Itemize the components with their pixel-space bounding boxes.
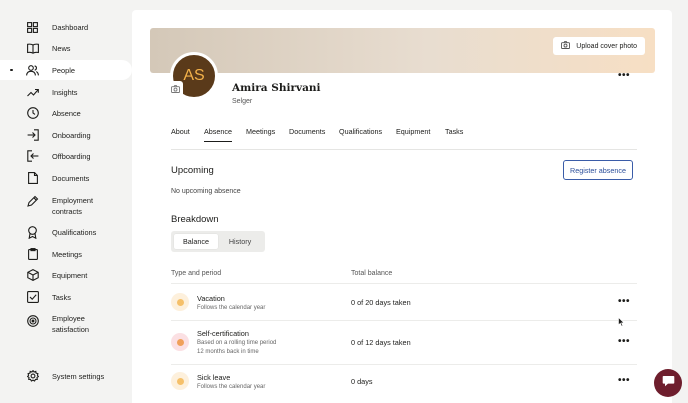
sidebar-item-label: Equipment: [52, 270, 88, 280]
award-icon: [26, 225, 39, 239]
leave-type-period: Follows the calendar year: [197, 305, 266, 311]
camera-icon: [561, 41, 571, 51]
clipboard-icon: [26, 248, 39, 261]
trend-icon: [26, 86, 39, 99]
upload-cover-photo-label: Upload cover photo: [576, 42, 637, 50]
column-header-type: Type and period: [171, 270, 222, 277]
sidebar-item-insights[interactable]: Insights: [0, 82, 132, 102]
sidebar-item-label: System settings: [52, 371, 105, 381]
document-icon: [26, 172, 39, 185]
sidebar-item-label: Onboarding: [52, 130, 91, 140]
table-divider: [171, 320, 637, 321]
chat-support-button[interactable]: [654, 369, 682, 397]
upload-cover-photo-button[interactable]: Upload cover photo: [553, 37, 645, 55]
tabs-divider: [171, 149, 637, 150]
cover-photo: Upload cover photo: [150, 28, 655, 73]
grid-icon: [26, 21, 39, 34]
tab-meetings[interactable]: Meetings: [246, 127, 275, 136]
sick-leave-icon: [171, 372, 189, 390]
sidebar-item-label: Employment: [52, 196, 94, 205]
profile-card: Upload cover photo AS Amira Shirvani Sel…: [132, 10, 672, 403]
sidebar-item-label: People: [52, 65, 76, 75]
table-divider: [171, 283, 637, 284]
row-more-menu-button[interactable]: •••: [618, 296, 630, 307]
sidebar-item-label: Offboarding: [52, 151, 91, 161]
tab-documents[interactable]: Documents: [289, 127, 325, 136]
no-upcoming-text: No upcoming absence: [171, 188, 241, 195]
cube-icon: [26, 269, 39, 282]
sidebar-item-news[interactable]: News: [0, 38, 132, 58]
register-absence-button[interactable]: Register absence: [563, 160, 633, 180]
tab-qualifications[interactable]: Qualifications: [339, 127, 382, 136]
sidebar-item-qualifications[interactable]: Qualifications: [0, 222, 132, 242]
sidebar-item-absence[interactable]: Absence: [0, 103, 132, 123]
leave-balance: 0 days: [351, 377, 373, 386]
sidebar-item-label: Absence: [52, 108, 81, 118]
column-header-balance: Total balance: [351, 270, 393, 277]
tab-tasks[interactable]: Tasks: [445, 127, 463, 136]
sidebar-item-label: Qualifications: [52, 227, 97, 237]
logout-icon: [26, 150, 39, 163]
segment-history[interactable]: History: [219, 234, 261, 249]
leave-type-title: Vacation: [197, 294, 225, 303]
upcoming-heading: Upcoming: [171, 165, 214, 176]
tab-absence[interactable]: Absence: [204, 127, 232, 142]
camera-icon: [170, 80, 180, 98]
sidebar-item-onboarding[interactable]: Onboarding: [0, 125, 132, 145]
leave-type-title: Sick leave: [197, 373, 231, 382]
sidebar-item-tasks[interactable]: Tasks: [0, 287, 132, 307]
sidebar-item-label: satisfaction: [52, 325, 89, 334]
row-more-menu-button[interactable]: •••: [618, 336, 630, 347]
chat-icon: [662, 374, 675, 392]
login-icon: [26, 129, 39, 142]
sidebar-item-dashboard[interactable]: Dashboard: [0, 17, 132, 37]
pen-icon: [26, 194, 39, 207]
table-divider: [171, 364, 637, 365]
active-indicator: [10, 68, 13, 72]
change-avatar-button[interactable]: [167, 81, 183, 97]
breakdown-segmented-control: Balance History: [171, 231, 265, 252]
sidebar-item-label: Employee: [52, 314, 85, 323]
sidebar-item-documents[interactable]: Documents: [0, 168, 132, 188]
sidebar-item-label: Dashboard: [52, 22, 89, 32]
target-icon: [26, 314, 39, 327]
segment-balance[interactable]: Balance: [174, 234, 218, 249]
leave-type-title: Self-certification: [197, 329, 249, 338]
book-icon: [26, 42, 39, 55]
sidebar-item-people[interactable]: People: [0, 60, 132, 80]
sidebar-item-label: News: [52, 43, 71, 53]
breakdown-heading: Breakdown: [171, 214, 219, 225]
row-more-menu-button[interactable]: •••: [618, 375, 630, 386]
sidebar-item-employment-contracts[interactable]: Employment contracts: [0, 195, 132, 219]
mouse-cursor-icon: [618, 314, 625, 332]
avatar-initials: AS: [183, 67, 205, 84]
sidebar-item-label: Documents: [52, 173, 90, 183]
tab-about[interactable]: About: [171, 127, 190, 136]
leave-type-period-detail: 12 months back in time: [197, 349, 259, 355]
people-icon: [26, 64, 39, 77]
vacation-icon: [171, 293, 189, 311]
sidebar-item-equipment[interactable]: Equipment: [0, 265, 132, 285]
checkbox-icon: [26, 291, 39, 304]
sidebar-item-label: contracts: [52, 207, 82, 216]
leave-balance: 0 of 20 days taken: [351, 298, 411, 307]
sidebar-item-label: Meetings: [52, 249, 82, 259]
clock-icon: [26, 107, 39, 120]
sidebar-item-employee-satisfaction[interactable]: Employee satisfaction: [0, 313, 132, 337]
sidebar: Dashboard News People Insights Absence O…: [0, 0, 132, 403]
profile-more-menu-button[interactable]: •••: [618, 70, 630, 81]
tab-equipment[interactable]: Equipment: [396, 127, 430, 136]
employee-name: Amira Shirvani: [232, 82, 321, 94]
self-certification-icon: [171, 333, 189, 351]
sidebar-item-label: Insights: [52, 87, 78, 97]
leave-type-period: Follows the calendar year: [197, 384, 266, 390]
gear-icon: [26, 370, 39, 383]
sidebar-item-meetings[interactable]: Meetings: [0, 244, 132, 264]
sidebar-item-offboarding[interactable]: Offboarding: [0, 146, 132, 166]
sidebar-item-label: Tasks: [52, 292, 71, 302]
leave-balance: 0 of 12 days taken: [351, 338, 411, 347]
sidebar-item-system-settings[interactable]: System settings: [0, 366, 132, 386]
employee-role: Selger: [232, 98, 253, 105]
